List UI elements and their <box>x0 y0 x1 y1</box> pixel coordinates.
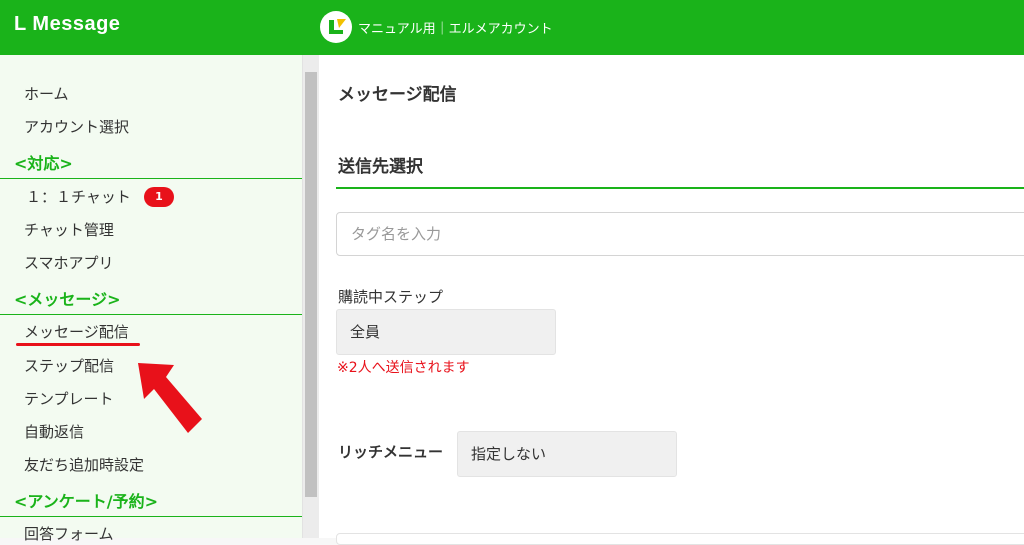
section-divider <box>336 187 1024 189</box>
rich-menu-select[interactable]: 指定しない <box>457 431 677 477</box>
sidebar-item-message-broadcast[interactable]: メッセージ配信 <box>24 321 129 342</box>
step-select[interactable]: 全員 <box>336 309 556 355</box>
annotation-arrow-icon <box>138 363 202 433</box>
top-bar: L Message マニュアル用｜エルメアカウント <box>0 0 1024 55</box>
sidebar-item-home[interactable]: ホーム <box>24 83 69 104</box>
unread-badge: 1 <box>144 187 174 207</box>
sidebar-section-survey: <アンケート/予約> <box>14 492 159 511</box>
account-name[interactable]: マニュアル用｜エルメアカウント <box>358 18 553 37</box>
sidebar-item-smartphone-app[interactable]: スマホアプリ <box>24 252 114 273</box>
rich-menu-label: リッチメニュー <box>338 443 444 461</box>
sidebar-item-template[interactable]: テンプレート <box>24 388 114 409</box>
page-title: メッセージ配信 <box>338 85 457 105</box>
sidebar-item-account-select[interactable]: アカウント選択 <box>24 116 129 137</box>
recipient-notice: ※2人へ送信されます <box>337 360 470 376</box>
content-card <box>336 533 1024 545</box>
section-title: 送信先選択 <box>338 157 423 177</box>
sidebar-item-step-broadcast[interactable]: ステップ配信 <box>24 355 114 376</box>
section-divider <box>0 516 302 517</box>
section-divider <box>0 314 302 315</box>
sidebar-item-one-to-one-chat[interactable]: １：１チャット <box>26 186 131 207</box>
sidebar-item-auto-reply[interactable]: 自動返信 <box>24 421 84 442</box>
sidebar-item-chat-management[interactable]: チャット管理 <box>24 219 114 240</box>
highlight-underline <box>16 343 140 346</box>
app-logo[interactable]: L Message <box>14 13 120 36</box>
sidebar-item-friend-add-settings[interactable]: 友だち追加時設定 <box>24 454 144 475</box>
lmessage-logo-icon <box>320 11 352 43</box>
step-label: 購読中ステップ <box>338 288 444 306</box>
sidebar-item-answer-form[interactable]: 回答フォーム <box>24 523 114 544</box>
tag-search-input[interactable] <box>336 212 1024 256</box>
sidebar-section-support: <対応> <box>14 154 73 173</box>
section-divider <box>0 178 302 179</box>
sidebar-scrollbar-thumb[interactable] <box>305 72 317 497</box>
sidebar-section-message: <メッセージ> <box>14 290 121 309</box>
